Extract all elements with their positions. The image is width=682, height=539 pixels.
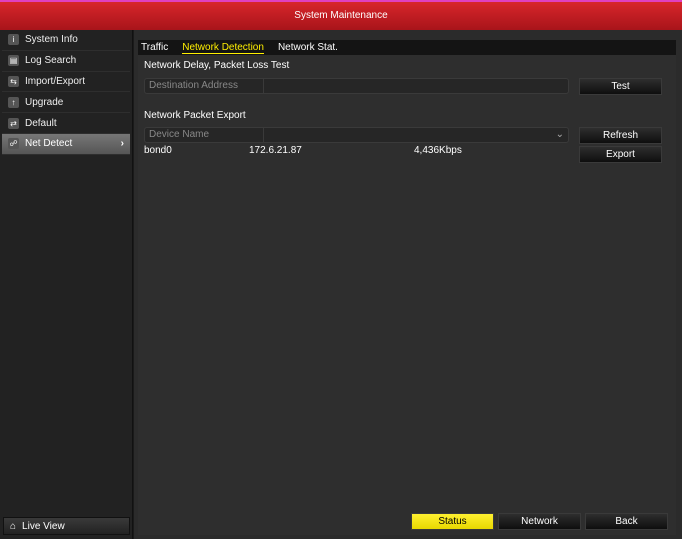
default-icon: ⇄ <box>8 117 19 129</box>
tab-bar: Traffic Network Detection Network Stat. <box>138 40 676 55</box>
live-view-label: Live View <box>22 520 65 532</box>
export-button[interactable]: Export <box>579 146 662 163</box>
live-view-button[interactable]: ⌂ Live View <box>3 517 130 535</box>
sidebar-item-label: Log Search <box>25 55 77 67</box>
sidebar-item-net-detect[interactable]: ☍ Net Detect › <box>2 133 130 155</box>
sidebar-item-label: Net Detect <box>25 138 73 150</box>
chevron-down-icon: ⌄ <box>555 129 564 140</box>
net-detect-icon: ☍ <box>8 138 19 150</box>
main-content: Traffic Network Detection Network Stat. … <box>134 30 682 539</box>
packet-export-title: Network Packet Export <box>144 110 246 121</box>
log-icon: ▤ <box>8 55 19 67</box>
sidebar-item-label: Default <box>25 117 57 129</box>
destination-address-input[interactable] <box>264 79 568 93</box>
device-name-select[interactable]: Device Name ⌄ <box>144 127 569 143</box>
delay-test-title: Network Delay, Packet Loss Test <box>144 60 290 71</box>
sidebar-item-log-search[interactable]: ▤ Log Search <box>2 51 130 72</box>
title-bar: System Maintenance <box>0 0 682 30</box>
net-detect-panel: Traffic Network Detection Network Stat. … <box>138 40 676 535</box>
tab-network-stat[interactable]: Network Stat. <box>278 42 338 53</box>
device-name-cell: bond0 <box>144 145 172 156</box>
back-button[interactable]: Back <box>585 513 668 530</box>
sidebar: i System Info ▤ Log Search ⇆ Import/Export … <box>0 30 133 539</box>
sidebar-item-label: Import/Export <box>25 75 86 87</box>
status-button[interactable]: Status <box>411 513 494 530</box>
test-button[interactable]: Test <box>579 78 662 95</box>
field-label: Destination Address <box>145 79 264 93</box>
chevron-right-icon: › <box>120 138 124 150</box>
sidebar-item-default[interactable]: ⇄ Default <box>2 113 130 134</box>
info-icon: i <box>8 34 19 46</box>
tab-network-detection[interactable]: Network Detection <box>182 42 264 54</box>
rate-cell: 4,436Kbps <box>414 145 462 156</box>
device-name-value[interactable]: ⌄ <box>264 128 568 142</box>
home-icon: ⌂ <box>10 520 17 532</box>
destination-address-field[interactable]: Destination Address <box>144 78 569 94</box>
sidebar-item-upgrade[interactable]: ↑ Upgrade <box>2 92 130 114</box>
upgrade-icon: ↑ <box>8 96 19 108</box>
ip-address-cell: 172.6.21.87 <box>249 145 302 156</box>
window-title: System Maintenance <box>294 10 388 21</box>
sidebar-item-label: Upgrade <box>25 96 64 108</box>
field-label: Device Name <box>145 128 264 142</box>
sidebar-item-label: System Info <box>25 34 78 46</box>
sidebar-item-system-info[interactable]: i System Info <box>2 30 130 51</box>
sidebar-item-import-export[interactable]: ⇆ Import/Export <box>2 72 130 93</box>
import-export-icon: ⇆ <box>8 75 19 87</box>
network-button[interactable]: Network <box>498 513 581 530</box>
tab-traffic[interactable]: Traffic <box>141 42 168 53</box>
refresh-button[interactable]: Refresh <box>579 127 662 144</box>
